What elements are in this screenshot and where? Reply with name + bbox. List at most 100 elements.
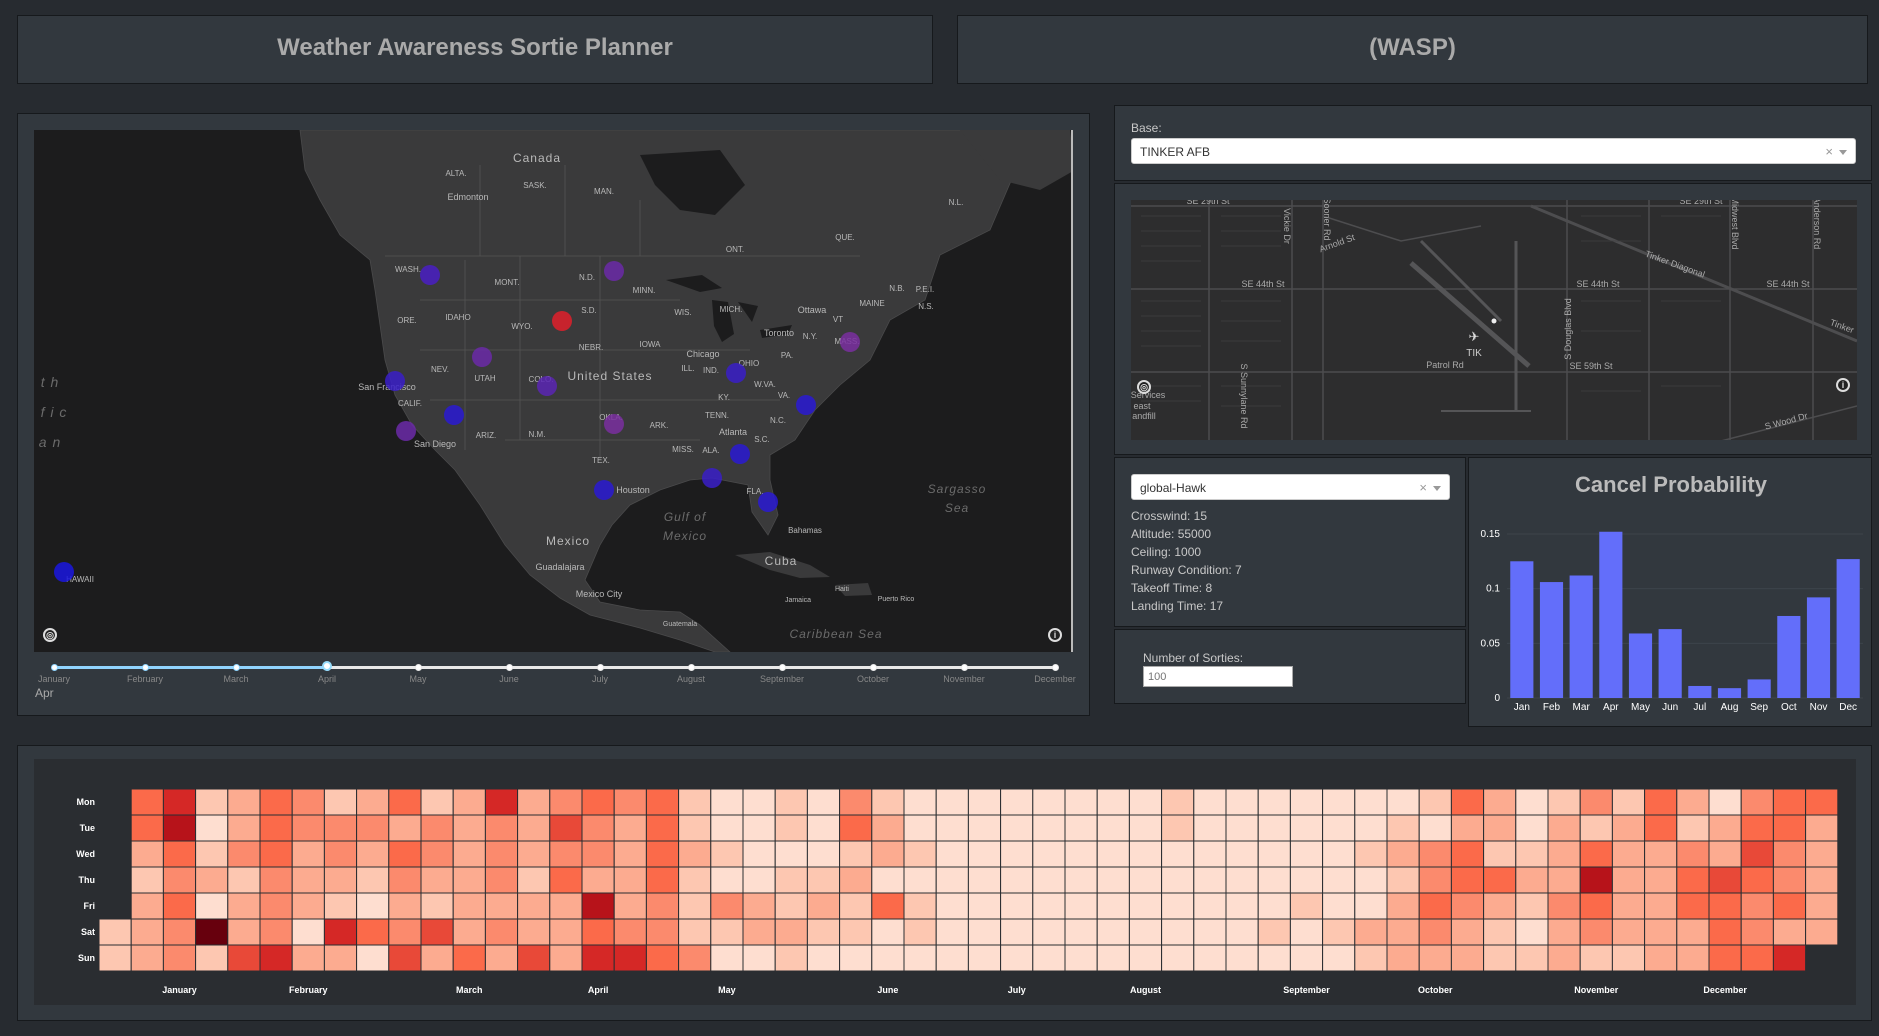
heatmap-cell[interactable] — [1128, 840, 1163, 868]
heatmap-cell[interactable] — [967, 944, 1002, 972]
heatmap-cell[interactable] — [1740, 866, 1774, 894]
heatmap-cell[interactable] — [742, 814, 776, 842]
heatmap-cell[interactable] — [871, 944, 905, 972]
heatmap-cell[interactable] — [1450, 814, 1485, 842]
heatmap-cell[interactable] — [1032, 866, 1066, 894]
marker-fl[interactable] — [758, 492, 778, 512]
heatmap-cell[interactable] — [710, 866, 744, 894]
heatmap-cell[interactable] — [517, 814, 551, 842]
heatmap-cell[interactable] — [678, 918, 712, 946]
heatmap-cell[interactable] — [1708, 892, 1742, 920]
bar-nov[interactable] — [1806, 597, 1831, 698]
heatmap-cell[interactable] — [1064, 944, 1098, 972]
heatmap-cell[interactable] — [1805, 840, 1839, 868]
heatmap-cell[interactable] — [1483, 840, 1517, 868]
heatmap-cell[interactable] — [1547, 918, 1581, 946]
heatmap-cell[interactable] — [1805, 814, 1839, 842]
heatmap-cell[interactable] — [1644, 814, 1678, 842]
heatmap-cell[interactable] — [935, 918, 969, 946]
heatmap-cell[interactable] — [935, 840, 969, 868]
heatmap-cell[interactable] — [1515, 944, 1549, 972]
heatmap-cell[interactable] — [742, 866, 776, 894]
heatmap-cell[interactable] — [130, 814, 164, 842]
base-map-canvas[interactable]: SE 29th St SE 29th StArnold StTinker Diag… — [1131, 200, 1857, 440]
heatmap-cell[interactable] — [1547, 814, 1581, 842]
heatmap-cell[interactable] — [1257, 814, 1291, 842]
heatmap-cell[interactable] — [420, 892, 454, 920]
heatmap-cell[interactable] — [645, 814, 680, 842]
heatmap-cell[interactable] — [1193, 788, 1227, 816]
heatmap-cell[interactable] — [484, 918, 519, 946]
heatmap-cell[interactable] — [1354, 814, 1388, 842]
heatmap-cell[interactable] — [678, 814, 712, 842]
heatmap-cell[interactable] — [1418, 944, 1452, 972]
slider-dot[interactable] — [778, 664, 786, 671]
heatmap-cell[interactable] — [1579, 892, 1613, 920]
heatmap-cell[interactable] — [903, 918, 937, 946]
heatmap-cell[interactable] — [1096, 866, 1130, 894]
heatmap-cell[interactable] — [484, 814, 519, 842]
marker-wa[interactable] — [420, 265, 440, 285]
heatmap-cell[interactable] — [1805, 918, 1839, 946]
heatmap-cell[interactable] — [452, 840, 486, 868]
heatmap-cell[interactable] — [1611, 814, 1646, 842]
heatmap-cell[interactable] — [903, 814, 937, 842]
heatmap-cell[interactable] — [935, 788, 969, 816]
heatmap-cell[interactable] — [645, 840, 680, 868]
heatmap-cell[interactable] — [1000, 788, 1034, 816]
heatmap-cell[interactable] — [710, 788, 744, 816]
heatmap-cell[interactable] — [710, 892, 744, 920]
heatmap-cell[interactable] — [742, 892, 776, 920]
heatmap-cell[interactable] — [1161, 840, 1195, 868]
heatmap-cell[interactable] — [1354, 944, 1388, 972]
heatmap-cell[interactable] — [259, 814, 293, 842]
heatmap-cell[interactable] — [130, 840, 164, 868]
heatmap-cell[interactable] — [967, 814, 1002, 842]
heatmap-cell[interactable] — [613, 918, 647, 946]
heatmap-cell[interactable] — [871, 814, 905, 842]
heatmap-cell[interactable] — [806, 866, 841, 894]
heatmap-cell[interactable] — [1740, 788, 1774, 816]
heatmap-cell[interactable] — [1289, 892, 1324, 920]
heatmap-cell[interactable] — [1644, 918, 1678, 946]
heatmap-cell[interactable] — [1225, 840, 1259, 868]
heatmap-cell[interactable] — [871, 866, 905, 894]
heatmap-cell[interactable] — [839, 944, 873, 972]
heatmap-cell[interactable] — [130, 944, 164, 972]
heatmap-cell[interactable] — [1257, 892, 1291, 920]
info-icon[interactable]: i — [1048, 628, 1062, 642]
heatmap-cell[interactable] — [839, 892, 873, 920]
heatmap-cell[interactable] — [195, 866, 229, 894]
heatmap-cell[interactable] — [1257, 788, 1291, 816]
marker-ut[interactable] — [472, 347, 492, 367]
marker-ga[interactable] — [730, 444, 750, 464]
heatmap-cell[interactable] — [1193, 944, 1227, 972]
bar-aug[interactable] — [1717, 688, 1742, 698]
heatmap-cell[interactable] — [323, 866, 358, 894]
heatmap-cell[interactable] — [356, 788, 390, 816]
heatmap-cell[interactable] — [1064, 866, 1098, 894]
heatmap-cell[interactable] — [903, 944, 937, 972]
mapbox-logo-icon[interactable]: ◎ — [43, 628, 57, 642]
heatmap-cell[interactable] — [195, 944, 229, 972]
slider-handle[interactable] — [322, 661, 332, 671]
heatmap-cell[interactable] — [935, 892, 969, 920]
heatmap-cell[interactable] — [1676, 918, 1710, 946]
heatmap-cell[interactable] — [1708, 840, 1742, 868]
base-select[interactable]: TINKER AFB × — [1131, 138, 1856, 164]
heatmap-cell[interactable] — [1740, 918, 1774, 946]
heatmap-cell[interactable] — [613, 892, 647, 920]
heatmap-cell[interactable] — [1161, 788, 1195, 816]
heatmap-cell[interactable] — [420, 814, 454, 842]
slider-dot[interactable] — [687, 664, 695, 671]
marker-co[interactable] — [537, 376, 557, 396]
heatmap-cell[interactable] — [162, 918, 197, 946]
heatmap-cell[interactable] — [1515, 788, 1549, 816]
heatmap-cell[interactable] — [742, 840, 776, 868]
heatmap-cell[interactable] — [1483, 944, 1517, 972]
heatmap-cell[interactable] — [195, 918, 229, 946]
heatmap-cell[interactable] — [1418, 866, 1452, 894]
calendar-heatmap[interactable]: Mon Tue Wed Thu Fri Sat Sun January February Mar… — [18, 746, 1873, 1022]
heatmap-cell[interactable] — [227, 788, 261, 816]
heatmap-cell[interactable] — [1289, 918, 1324, 946]
